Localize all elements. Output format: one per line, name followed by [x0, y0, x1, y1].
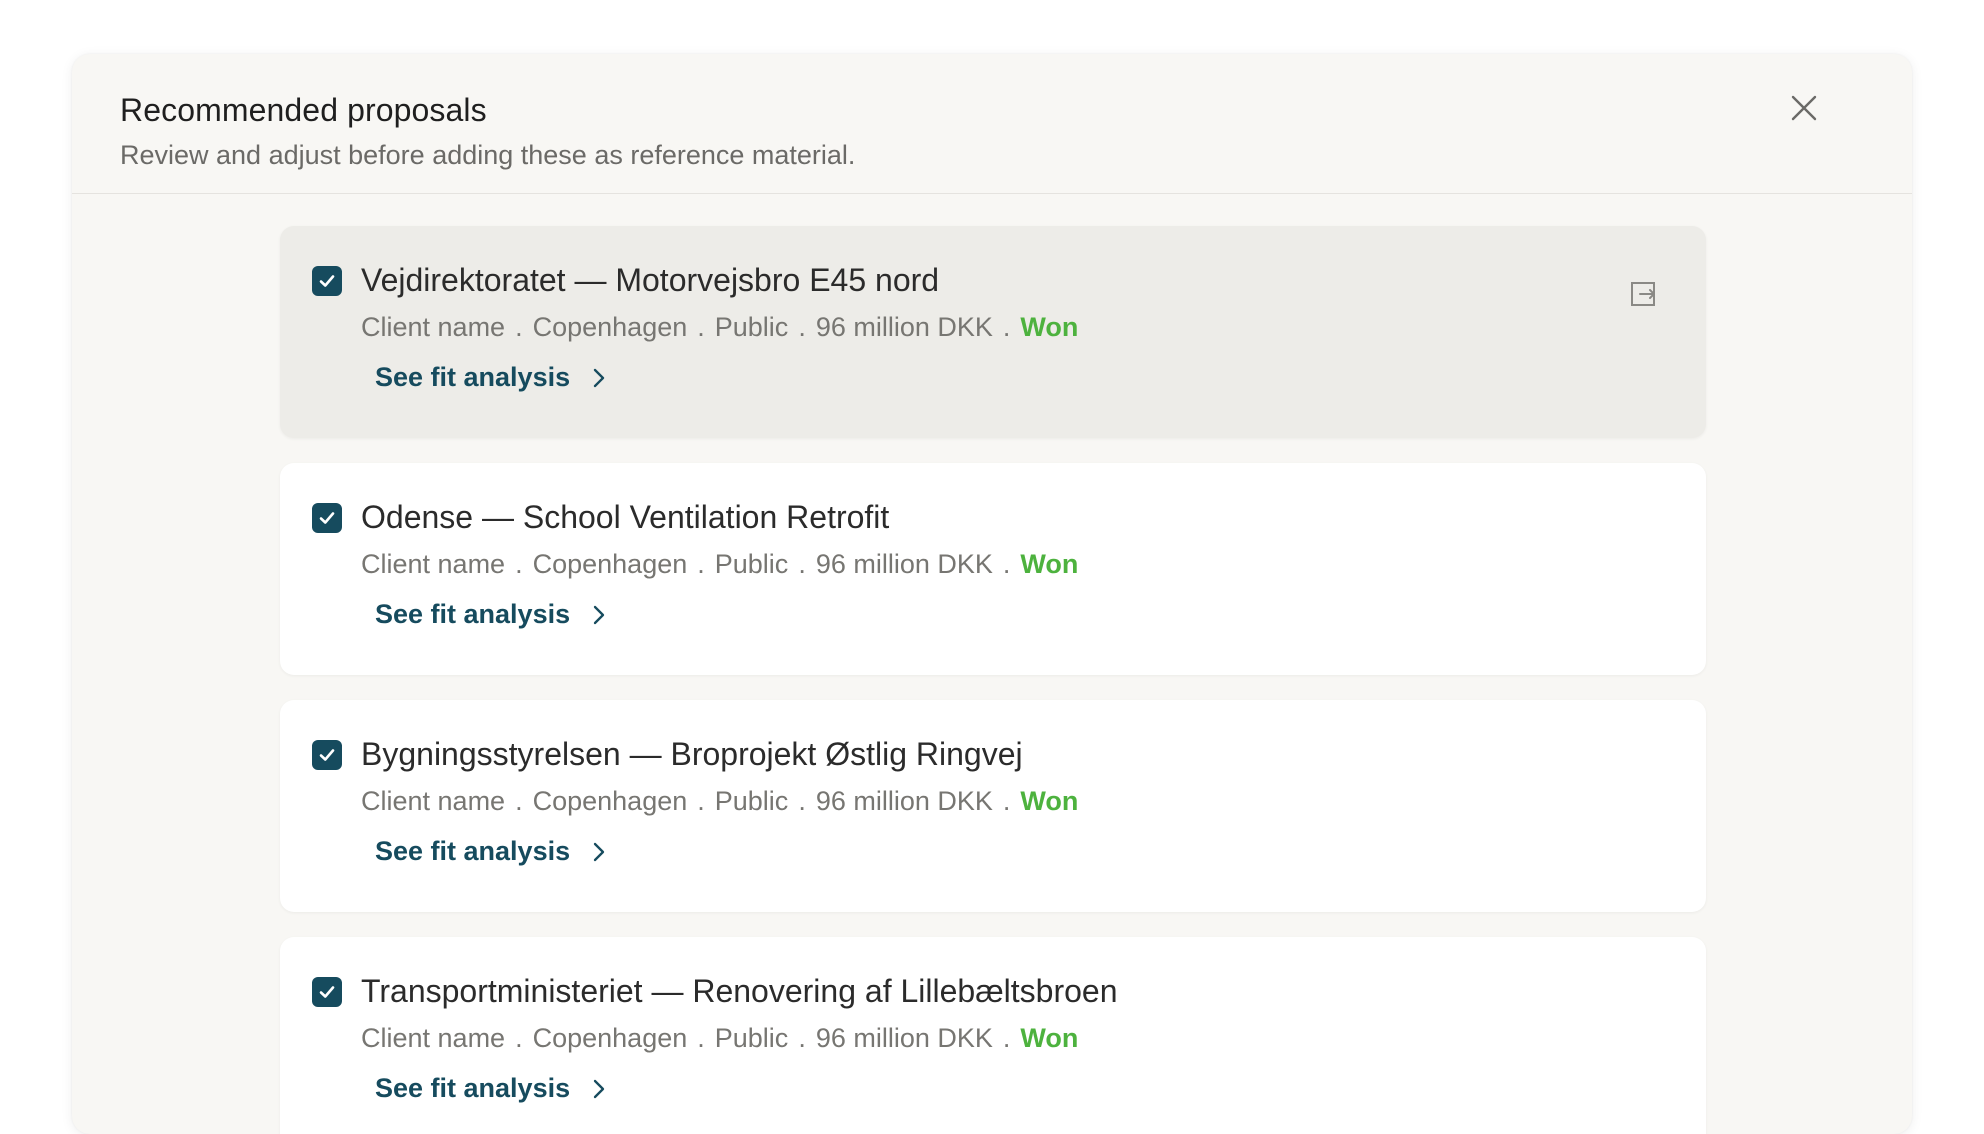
meta-separator: .	[798, 312, 806, 342]
proposal-sector: Public	[714, 312, 789, 342]
meta-separator: .	[1002, 786, 1011, 816]
proposal-sector: Public	[714, 549, 789, 579]
close-icon	[1791, 95, 1817, 121]
see-fit-analysis-link[interactable]: See fit analysis	[375, 1073, 606, 1104]
proposal-title: Vejdirektoratet — Motorvejsbro E45 nord	[361, 262, 940, 298]
meta-separator: .	[515, 549, 523, 579]
close-button[interactable]	[1784, 88, 1824, 128]
proposal-checkbox[interactable]	[312, 266, 342, 296]
proposal-meta: Client name . Copenhagen . Public . 96 m…	[361, 312, 1078, 343]
checkmark-icon	[319, 986, 335, 998]
see-fit-analysis-link[interactable]: See fit analysis	[375, 599, 606, 630]
proposal-checkbox[interactable]	[312, 503, 342, 533]
fit-analysis-label: See fit analysis	[375, 599, 571, 629]
proposal-card[interactable]: Bygningsstyrelsen — Broprojekt Østlig Ri…	[280, 700, 1706, 912]
proposal-title: Transportministeriet — Renovering af Lil…	[361, 973, 1118, 1009]
see-fit-analysis-link[interactable]: See fit analysis	[375, 362, 606, 393]
meta-separator: .	[515, 1023, 523, 1053]
proposal-client: Client name	[361, 786, 506, 816]
proposal-status: Won	[1020, 786, 1079, 816]
recommended-proposals-dialog: Recommended proposals Review and adjust …	[72, 54, 1912, 1134]
see-fit-analysis-link[interactable]: See fit analysis	[375, 836, 606, 867]
proposal-location: Copenhagen	[532, 786, 688, 816]
checkmark-icon	[319, 512, 335, 524]
meta-separator: .	[1002, 312, 1011, 342]
meta-separator: .	[1002, 1023, 1011, 1053]
dialog-header: Recommended proposals Review and adjust …	[72, 54, 1912, 194]
proposal-checkbox[interactable]	[312, 977, 342, 1007]
proposal-value: 96 million DKK	[815, 786, 993, 816]
proposal-title: Odense — School Ventilation Retrofit	[361, 499, 890, 535]
fit-analysis-label: See fit analysis	[375, 836, 571, 866]
proposal-status: Won	[1020, 1023, 1079, 1053]
fit-analysis-label: See fit analysis	[375, 1073, 571, 1103]
proposal-sector: Public	[714, 786, 789, 816]
proposal-status: Won	[1020, 549, 1079, 579]
proposal-location: Copenhagen	[532, 549, 688, 579]
proposal-checkbox[interactable]	[312, 740, 342, 770]
proposal-meta: Client name . Copenhagen . Public . 96 m…	[361, 786, 1078, 817]
meta-separator: .	[798, 786, 806, 816]
meta-separator: .	[697, 1023, 705, 1053]
proposal-value: 96 million DKK	[815, 549, 993, 579]
proposal-client: Client name	[361, 549, 506, 579]
fit-analysis-label: See fit analysis	[375, 362, 571, 392]
checkmark-icon	[319, 275, 335, 287]
proposal-list: Vejdirektoratet — Motorvejsbro E45 nord …	[280, 226, 1706, 1134]
proposal-value: 96 million DKK	[815, 312, 993, 342]
proposal-meta: Client name . Copenhagen . Public . 96 m…	[361, 1023, 1078, 1054]
proposal-value: 96 million DKK	[815, 1023, 993, 1053]
proposal-sector: Public	[714, 1023, 789, 1053]
proposal-location: Copenhagen	[532, 312, 688, 342]
open-in-panel-icon[interactable]	[1628, 278, 1660, 310]
proposal-card[interactable]: Vejdirektoratet — Motorvejsbro E45 nord …	[280, 226, 1706, 438]
proposal-card[interactable]: Odense — School Ventilation Retrofit Cli…	[280, 463, 1706, 675]
meta-separator: .	[515, 786, 523, 816]
meta-separator: .	[697, 312, 705, 342]
meta-separator: .	[515, 312, 523, 342]
chevron-right-icon	[592, 841, 606, 863]
meta-separator: .	[697, 549, 705, 579]
proposal-meta: Client name . Copenhagen . Public . 96 m…	[361, 549, 1078, 580]
checkmark-icon	[319, 749, 335, 761]
chevron-right-icon	[592, 604, 606, 626]
proposal-location: Copenhagen	[532, 1023, 688, 1053]
chevron-right-icon	[592, 367, 606, 389]
meta-separator: .	[798, 1023, 806, 1053]
proposal-title: Bygningsstyrelsen — Broprojekt Østlig Ri…	[361, 736, 1023, 772]
proposal-status: Won	[1020, 312, 1079, 342]
meta-separator: .	[697, 786, 705, 816]
dialog-subtitle: Review and adjust before adding these as…	[120, 140, 856, 170]
proposal-client: Client name	[361, 312, 506, 342]
proposal-card[interactable]: Transportministeriet — Renovering af Lil…	[280, 937, 1706, 1134]
meta-separator: .	[798, 549, 806, 579]
proposal-client: Client name	[361, 1023, 506, 1053]
dialog-title: Recommended proposals	[120, 92, 487, 128]
chevron-right-icon	[592, 1078, 606, 1100]
meta-separator: .	[1002, 549, 1011, 579]
